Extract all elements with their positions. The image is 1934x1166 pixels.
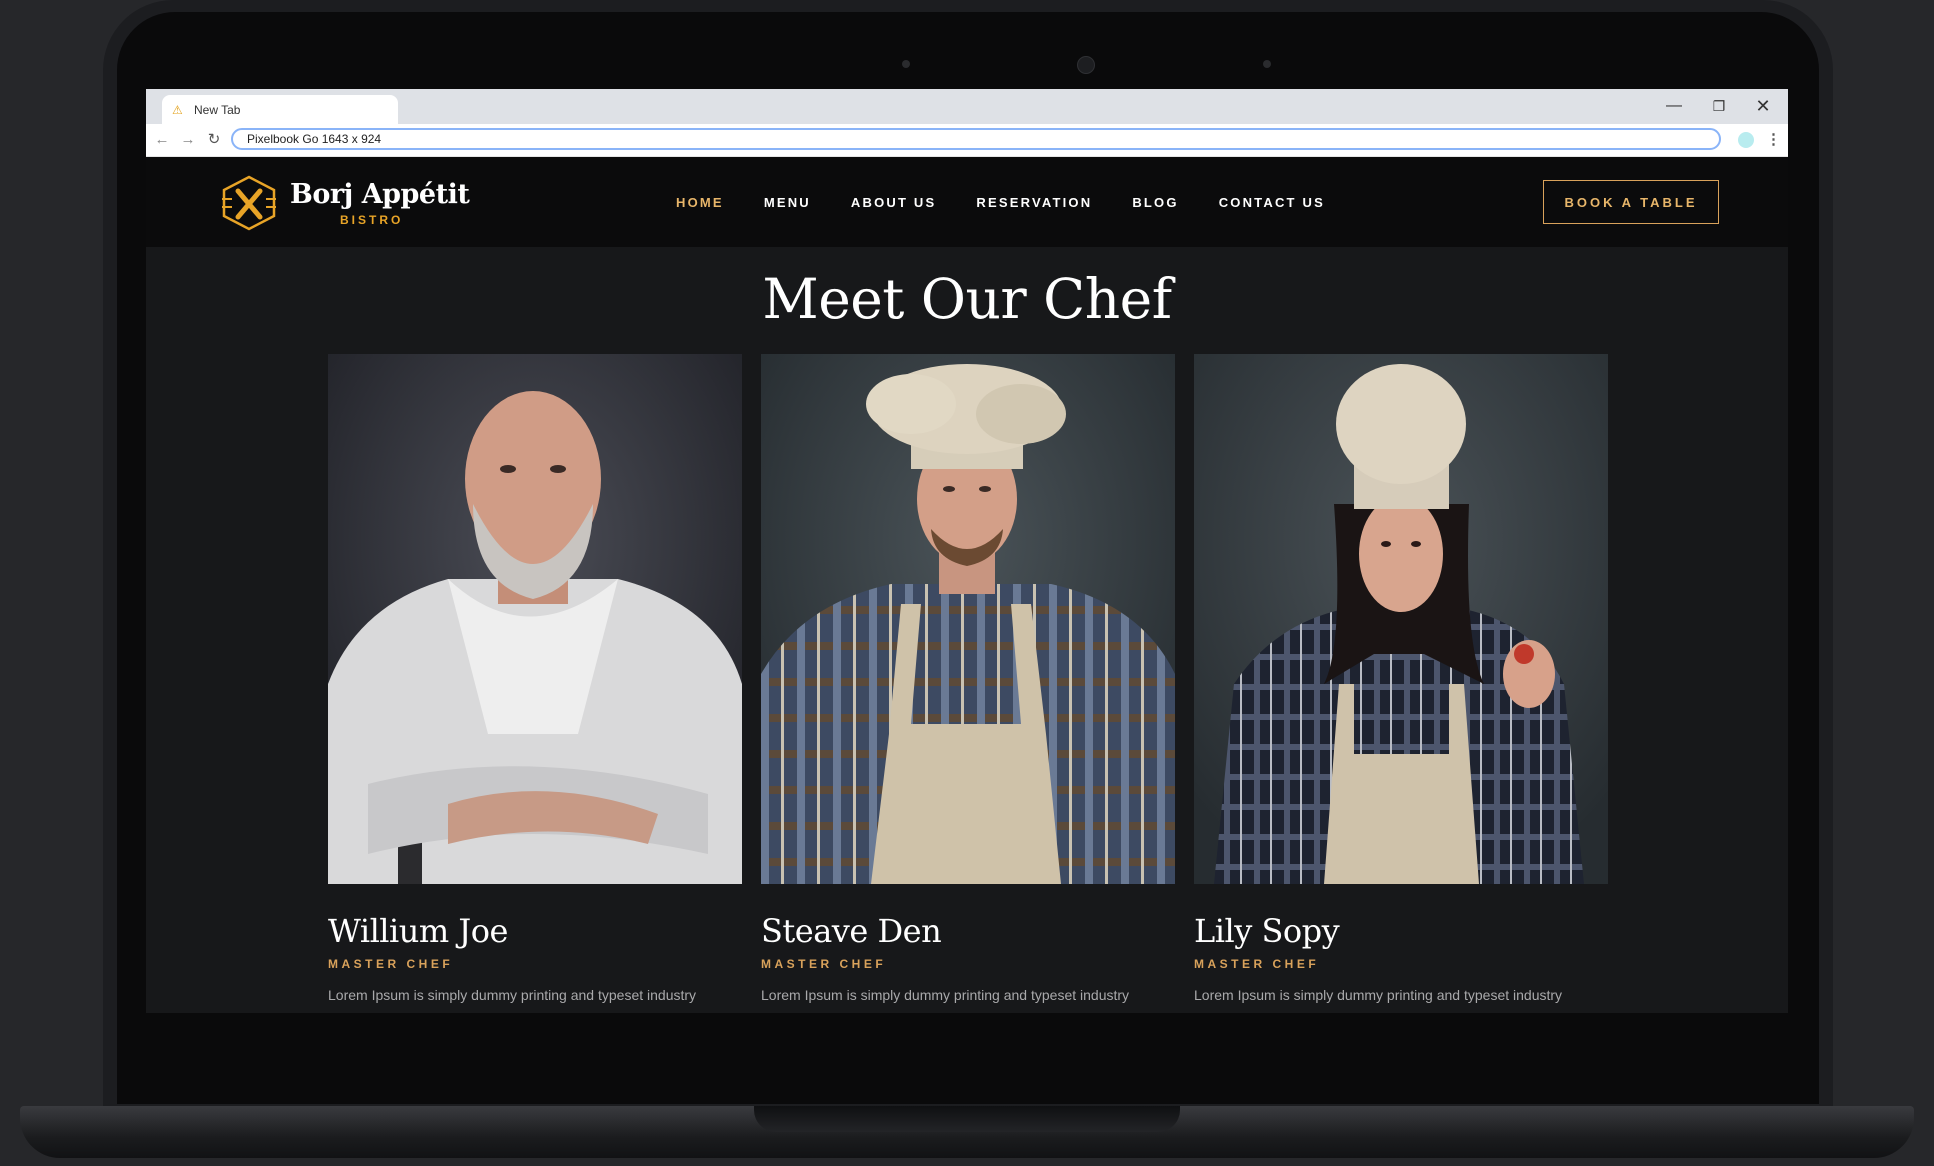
nav-item-blog[interactable]: BLOG: [1132, 195, 1178, 210]
chef-photo: [761, 354, 1175, 884]
tab-title: New Tab: [194, 102, 241, 117]
browser-tabstrip: ⚠ New Tab — ❐ ✕: [146, 89, 1788, 124]
chef-role: MASTER CHEF: [328, 957, 454, 971]
book-a-table-button[interactable]: BOOK A TABLE: [1543, 180, 1719, 224]
reload-icon[interactable]: ↻: [204, 130, 224, 150]
nav-item-menu[interactable]: MENU: [764, 195, 811, 210]
forward-arrow-icon[interactable]: →: [178, 130, 198, 150]
laptop-notch: [754, 1106, 1180, 1132]
nav-item-reservation[interactable]: RESERVATION: [976, 195, 1092, 210]
logo[interactable]: Borj Appétit BISTRO: [218, 175, 470, 231]
nav-item-home[interactable]: HOME: [676, 195, 724, 210]
site-header: Borj Appétit BISTRO HOME MENU ABOUT US R…: [146, 157, 1788, 247]
nav-item-about-us[interactable]: ABOUT US: [851, 195, 937, 210]
chef-description: Lorem Ipsum is simply dummy printing and…: [1194, 987, 1563, 1003]
sensor-dot-left: [902, 60, 910, 68]
back-arrow-icon[interactable]: ←: [152, 130, 172, 150]
chef-description: Lorem Ipsum is simply dummy printing and…: [761, 987, 1130, 1003]
chef-role: MASTER CHEF: [761, 957, 887, 971]
restore-icon[interactable]: ❐: [1699, 95, 1739, 117]
chef-role: MASTER CHEF: [1194, 957, 1320, 971]
chef-name: Willium Joe: [328, 912, 508, 950]
chef-name: Steave Den: [761, 912, 942, 950]
chef-description: Lorem Ipsum is simply dummy printing and…: [328, 987, 697, 1003]
more-menu-icon[interactable]: ⋮: [1766, 130, 1781, 150]
crossed-utensils-logo-icon: [222, 175, 276, 231]
chef-card: Willium Joe MASTER CHEF Lorem Ipsum is s…: [328, 354, 742, 1003]
webcam: [1077, 56, 1095, 74]
browser-toolbar: ← → ↻ Pixelbook Go 1643 x 924 ⋮: [146, 124, 1788, 157]
chef-photo: [328, 354, 742, 884]
logo-name: Borj Appétit: [290, 179, 470, 210]
close-icon[interactable]: ✕: [1743, 95, 1783, 117]
browser-tab[interactable]: ⚠ New Tab: [162, 95, 398, 124]
address-bar[interactable]: Pixelbook Go 1643 x 924: [231, 128, 1721, 150]
warning-icon: ⚠: [172, 102, 183, 117]
sensor-dot-right: [1263, 60, 1271, 68]
chef-card: Steave Den MASTER CHEF Lorem Ipsum is si…: [761, 354, 1175, 1003]
chef-card: Lily Sopy MASTER CHEF Lorem Ipsum is sim…: [1194, 354, 1608, 1003]
main-nav: HOME MENU ABOUT US RESERVATION BLOG CONT…: [676, 157, 1365, 247]
section-title: Meet Our Chef: [762, 267, 1172, 331]
nav-item-contact-us[interactable]: CONTACT US: [1219, 195, 1325, 210]
logo-subtitle: BISTRO: [340, 213, 404, 227]
extension-icon[interactable]: [1738, 132, 1754, 148]
chef-name: Lily Sopy: [1194, 912, 1340, 950]
laptop-screen: ⚠ New Tab — ❐ ✕ ← → ↻ Pixelbook Go 1643 …: [146, 89, 1788, 1013]
minimize-icon[interactable]: —: [1654, 95, 1694, 117]
chef-photo: [1194, 354, 1608, 884]
